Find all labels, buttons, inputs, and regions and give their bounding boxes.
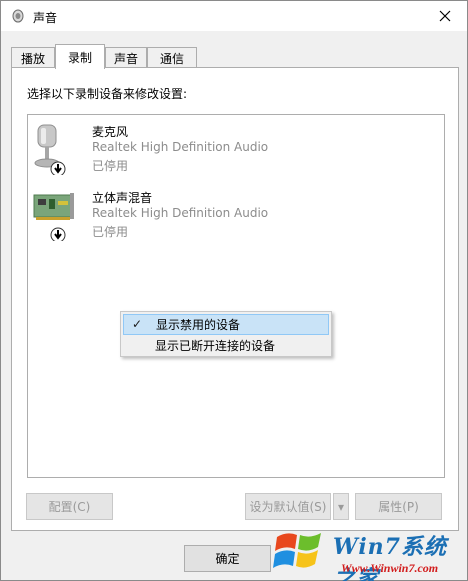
set-default-button[interactable]: 设为默认值(S) bbox=[245, 493, 331, 520]
device-name: 立体声混音 bbox=[92, 191, 153, 205]
device-status: 已停用 bbox=[92, 225, 129, 239]
window-title: 声音 bbox=[33, 11, 58, 25]
windows-logo-icon bbox=[273, 533, 321, 568]
configure-button[interactable]: 配置(C) bbox=[26, 493, 113, 520]
title-bar: 声音 bbox=[1, 1, 467, 31]
recording-panel: 选择以下录制设备来修改设置: 麦克风 Realtek High Definiti… bbox=[11, 67, 459, 531]
tab-playback[interactable]: 播放 bbox=[11, 47, 55, 68]
device-item-microphone[interactable]: 麦克风 Realtek High Definition Audio 已停用 bbox=[28, 119, 444, 181]
check-icon: ✓ bbox=[132, 317, 143, 331]
menu-item-label: 显示禁用的设备 bbox=[156, 318, 241, 332]
properties-button[interactable]: 属性(P) bbox=[355, 493, 442, 520]
menu-item-show-disconnected[interactable]: 显示已断开连接的设备 bbox=[123, 335, 329, 356]
device-list[interactable]: 麦克风 Realtek High Definition Audio 已停用 立体… bbox=[27, 114, 445, 478]
close-button[interactable] bbox=[423, 1, 467, 31]
context-menu: ✓ 显示禁用的设备 显示已断开连接的设备 bbox=[120, 311, 332, 357]
set-default-dropdown-arrow[interactable]: ▾ bbox=[333, 493, 349, 520]
watermark-url: Www.Winwin7.com bbox=[341, 561, 439, 575]
close-icon bbox=[439, 10, 451, 22]
sound-card-icon bbox=[33, 193, 74, 241]
tab-recording[interactable]: 录制 bbox=[55, 44, 105, 69]
ok-button[interactable]: 确定 bbox=[184, 545, 271, 572]
tab-sounds[interactable]: 声音 bbox=[105, 47, 147, 68]
menu-item-label: 显示已断开连接的设备 bbox=[155, 339, 276, 353]
microphone-icon bbox=[34, 124, 66, 175]
sound-dialog: 声音 播放 录制 声音 通信 选择以下录制设备来修改设置: 麦克风 Realte… bbox=[0, 0, 468, 581]
speaker-icon bbox=[12, 9, 24, 23]
instruction-text: 选择以下录制设备来修改设置: bbox=[27, 87, 188, 101]
device-status: 已停用 bbox=[92, 159, 129, 173]
device-name: 麦克风 bbox=[92, 125, 129, 139]
device-description: Realtek High Definition Audio bbox=[92, 206, 269, 220]
tab-communications[interactable]: 通信 bbox=[147, 47, 197, 68]
menu-item-show-disabled[interactable]: ✓ 显示禁用的设备 bbox=[123, 314, 329, 335]
tab-strip: 播放 录制 声音 通信 bbox=[11, 44, 461, 69]
device-description: Realtek High Definition Audio bbox=[92, 140, 269, 154]
device-item-stereo-mix[interactable]: 立体声混音 Realtek High Definition Audio 已停用 bbox=[28, 185, 444, 247]
